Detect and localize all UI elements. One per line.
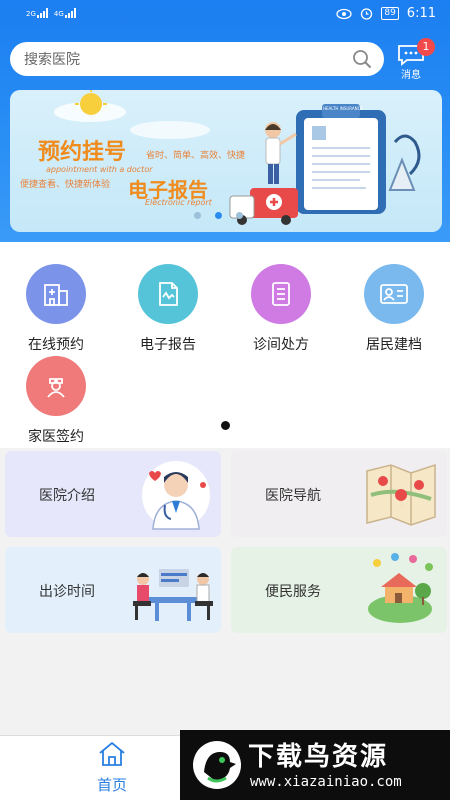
doctor-illustration [142, 461, 210, 530]
banner-report-tagline: 便捷查看、快捷新体验 [20, 180, 111, 190]
category-prescription[interactable]: 诊间处方 [225, 264, 337, 354]
promo-banner[interactable]: 预约挂号 省时、简单、高效、快捷 appointment with a doct… [10, 90, 442, 232]
category-e-report[interactable]: 电子报告 [112, 264, 224, 354]
carousel-indicator [194, 212, 243, 219]
banner-appointment-english: appointment with a doctor [46, 165, 153, 174]
network-type-1: 2G [26, 10, 36, 18]
nav-home-label: 首页 [96, 776, 127, 794]
carousel-dot[interactable] [194, 212, 201, 219]
signal-indicators: 2G 4G [26, 8, 76, 18]
category-icon-circle [26, 264, 86, 324]
network-type-2: 4G [53, 10, 64, 18]
signal-1: 2G [26, 8, 48, 18]
category-icon-circle [251, 264, 311, 324]
category-online-appointment[interactable]: 在线预约 [0, 264, 112, 354]
watermark: 下载鸟资源 www.xiazainiao.com [180, 730, 450, 800]
banner-title-appointment: 预约挂号 [38, 140, 127, 165]
report-chart-icon [159, 282, 178, 306]
messages-button[interactable]: 1 消息 [395, 38, 435, 84]
home-icon [99, 741, 125, 766]
clock: 6:11 [406, 6, 436, 21]
status-bar: 2G 4G 89 6:11 [0, 0, 450, 30]
category-label: 诊间处方 [253, 337, 309, 353]
category-resident-record[interactable]: 居民建档 [338, 264, 450, 354]
prescription-list-icon [272, 282, 290, 306]
card-label: 医院导航 [265, 488, 321, 504]
alarm-clock-icon [361, 8, 373, 20]
header-area: 2G 4G 89 6:11 1 消息 [0, 0, 450, 242]
bird-logo-icon [193, 741, 241, 789]
search-bar[interactable] [10, 42, 384, 78]
clipboard-header: HEALTH INSURANCE [323, 106, 363, 111]
card-hospital-navigation[interactable]: 医院导航 [231, 451, 447, 537]
category-label: 在线预约 [28, 337, 84, 353]
category-label: 居民建档 [366, 337, 422, 353]
consultation-illustration [133, 569, 213, 621]
messages-label: 消息 [401, 70, 421, 81]
banner-appointment-tagline: 省时、简单、高效、快捷 [146, 151, 246, 161]
doctor-nurse-icon [47, 378, 65, 398]
id-card-icon [380, 284, 408, 304]
unread-badge: 1 [417, 38, 435, 56]
banner-report-english: Electronic report [145, 198, 212, 207]
search-icon[interactable] [352, 49, 372, 69]
hospital-building-icon [44, 284, 68, 306]
card-label: 便民服务 [265, 584, 321, 600]
nav-home[interactable]: 首页 [82, 740, 142, 795]
category-icon-circle [26, 356, 86, 416]
category-label: 电子报告 [140, 337, 196, 353]
search-input[interactable] [22, 42, 346, 78]
community-illustration [368, 553, 433, 623]
card-label: 医院介绍 [39, 488, 95, 504]
carousel-dot-active[interactable] [215, 212, 222, 219]
page-indicator-dot [221, 421, 230, 430]
signal-bars-icon [36, 8, 48, 18]
watermark-brand: 下载鸟资源 [248, 742, 389, 772]
category-icon-circle [138, 264, 198, 324]
category-icon-circle [364, 264, 424, 324]
card-clinic-schedule[interactable]: 出诊时间 [5, 547, 221, 633]
battery-indicator: 89 [381, 7, 399, 20]
eye-icon [336, 8, 352, 19]
signal-2: 4G [54, 8, 76, 18]
card-hospital-intro[interactable]: 医院介绍 [5, 451, 221, 537]
map-illustration [366, 463, 436, 526]
signal-bars-icon [64, 8, 76, 18]
carousel-dot[interactable] [236, 212, 243, 219]
card-convenience-services[interactable]: 便民服务 [231, 547, 447, 633]
category-label: 家医签约 [28, 429, 84, 445]
category-family-doctor[interactable]: 家医签约 [0, 356, 112, 446]
watermark-url: www.xiazainiao.com [250, 774, 402, 790]
service-grid: 在线预约 电子报告 诊间处方 居民建档 家医签约 [0, 242, 450, 448]
card-label: 出诊时间 [39, 584, 95, 600]
